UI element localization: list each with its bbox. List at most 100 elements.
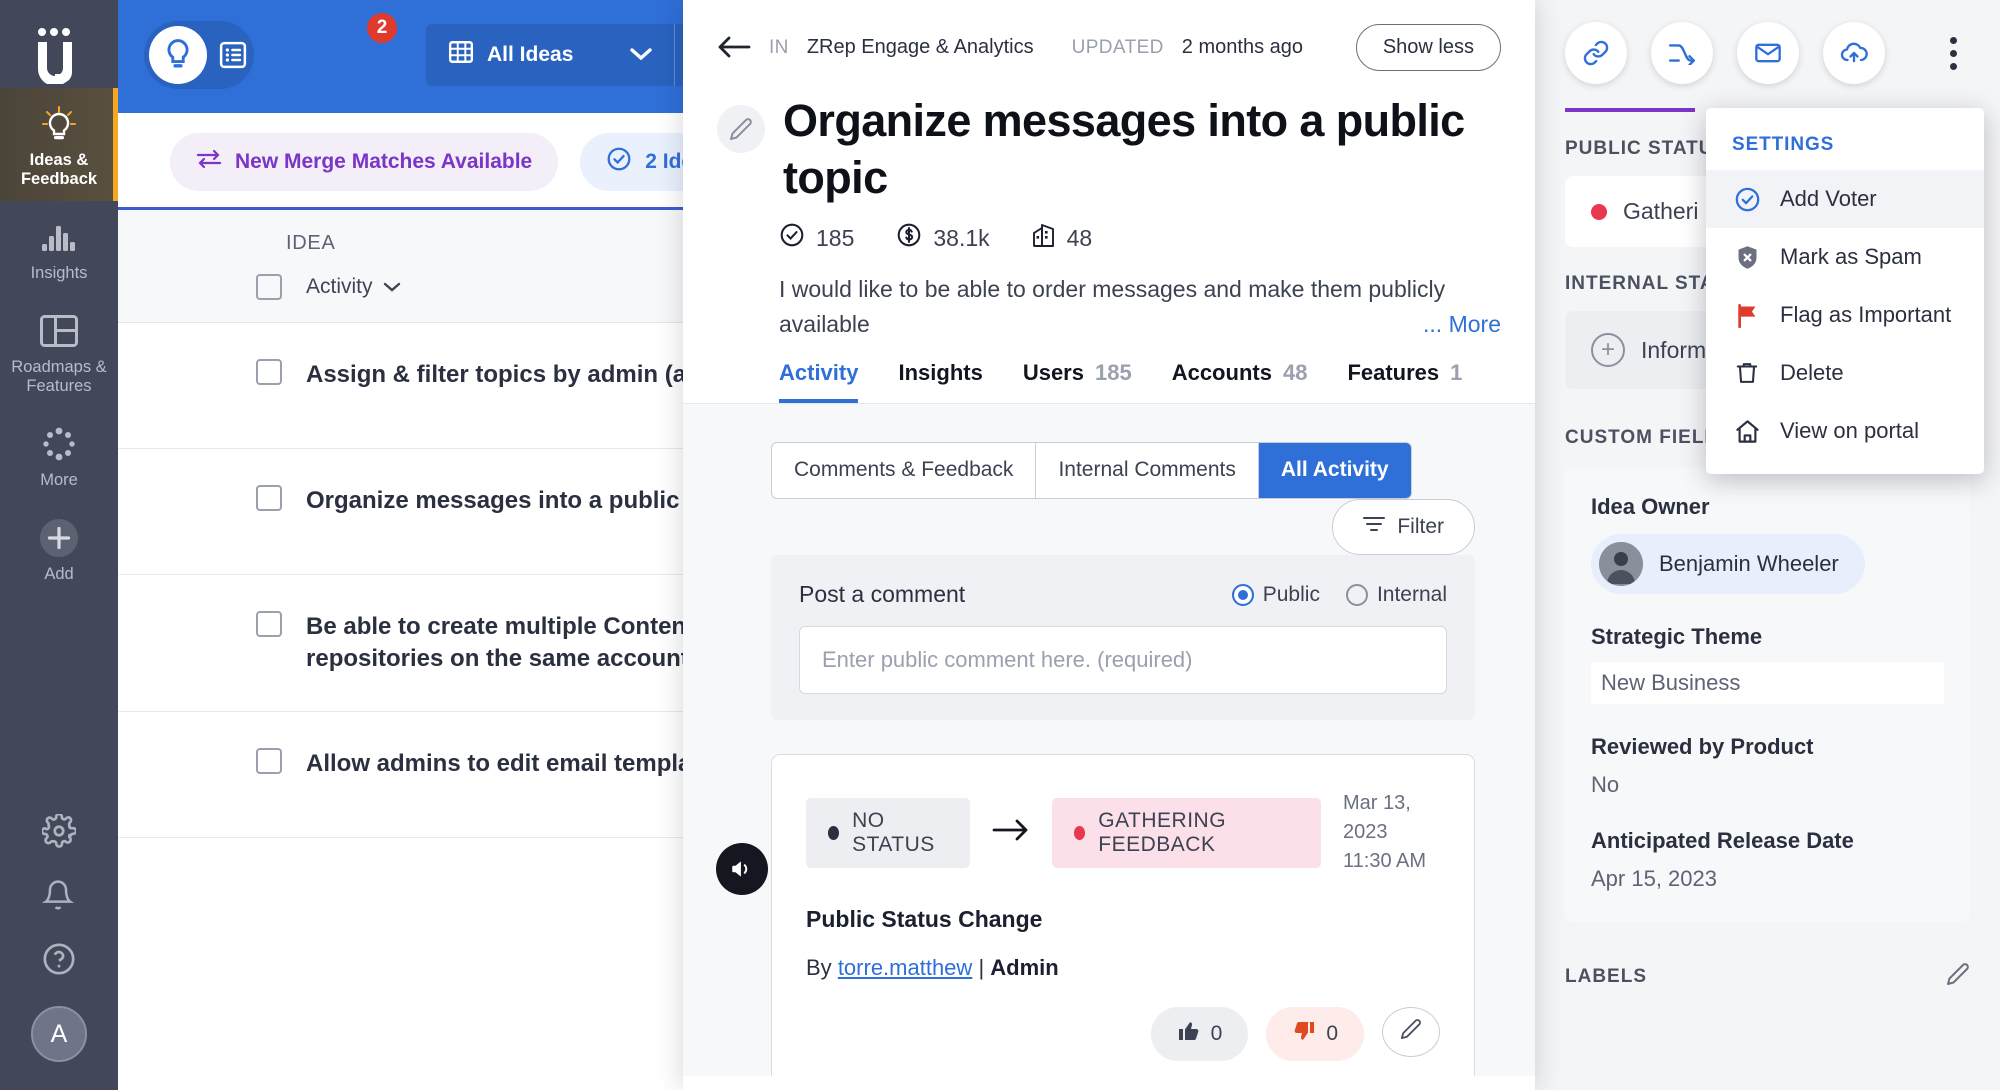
menu-item-mark-as-spam[interactable]: Mark as Spam [1706, 228, 1984, 286]
bell-icon[interactable] [41, 878, 76, 912]
filter-all-ideas-label: All Ideas [487, 43, 574, 66]
link-icon[interactable] [1565, 22, 1627, 84]
sidebar-item-roadmaps-features[interactable]: Roadmaps & Features [0, 295, 118, 408]
tab-count: 48 [1282, 360, 1308, 386]
sidebar-item-label: Add [44, 564, 74, 583]
tab-count: 1 [1450, 360, 1463, 386]
side-panel-actions [1535, 0, 2000, 84]
settings-dropdown-menu: SETTINGS Add Voter Mark as Spam Flag as … [1706, 108, 1984, 474]
status-from-label: NO STATUS [852, 808, 935, 856]
show-less-button[interactable]: Show less [1355, 24, 1501, 71]
pencil-icon[interactable] [717, 105, 765, 153]
post-comment-header: Post a comment Public Internal [799, 581, 1447, 608]
notification-badge: 2 [364, 10, 400, 46]
event-reactions: 0 0 [806, 1007, 1440, 1062]
gear-icon[interactable] [40, 812, 78, 848]
menu-item-view-on-portal[interactable]: View on portal [1706, 402, 1984, 460]
check-circle-icon [779, 222, 805, 254]
sidebar-item-label: Insights [30, 263, 88, 282]
reaction-thumbs-down[interactable]: 0 [1266, 1007, 1364, 1062]
user-avatar[interactable]: A [31, 1006, 87, 1062]
back-arrow-icon[interactable] [717, 31, 751, 65]
menu-item-label: Add Voter [1780, 186, 1877, 211]
owner-name: Benjamin Wheeler [1659, 551, 1839, 576]
row-checkbox[interactable] [256, 611, 282, 637]
tab-label: Insights [898, 360, 983, 386]
chevron-down-icon [383, 275, 401, 299]
activity-filter-segmented-control: Comments & Feedback Internal Comments Al… [771, 442, 1412, 500]
by-separator: | [978, 955, 985, 981]
event-author-link[interactable]: torre.matthew [838, 955, 973, 980]
select-all-checkbox[interactable] [256, 273, 282, 300]
tab-label: Activity [779, 360, 859, 386]
comment-visibility-radios: Public Internal [1231, 583, 1447, 607]
cloud-upload-icon[interactable] [1823, 22, 1885, 84]
detail-header: IN ZRep Engage & Analytics UPDATED 2 mon… [683, 0, 1535, 71]
field-value-anticipated-release-date[interactable]: Apr 15, 2023 [1591, 866, 1944, 892]
filter-all-ideas-button[interactable]: All Ideas [426, 24, 676, 86]
segment-comments-feedback[interactable]: Comments & Feedback [772, 443, 1037, 499]
radio-public[interactable]: Public [1231, 583, 1320, 607]
detail-tabs: Activity Insights Users 185 Accounts 48 … [683, 342, 1535, 405]
menu-item-label: View on portal [1780, 418, 1920, 443]
sort-by-activity-button[interactable]: Activity [306, 275, 401, 299]
stat-value: 38.1k [933, 224, 990, 251]
tab-label: Accounts [1171, 360, 1272, 386]
comment-input[interactable]: Enter public comment here. (required) [799, 626, 1447, 695]
segment-internal-comments[interactable]: Internal Comments [1036, 443, 1259, 499]
arrow-right-icon [992, 819, 1030, 846]
tab-activity[interactable]: Activity [779, 360, 859, 404]
list-icon [219, 41, 247, 69]
grid-icon [448, 39, 474, 71]
filter-icon [1363, 515, 1386, 539]
dollar-circle-icon [896, 222, 922, 254]
tab-features[interactable]: Features 1 [1347, 360, 1462, 403]
field-value-strategic-theme[interactable]: New Business [1591, 662, 1944, 704]
in-value[interactable]: ZRep Engage & Analytics [807, 36, 1034, 59]
tab-accounts[interactable]: Accounts 48 [1172, 360, 1308, 403]
thumbs-down-icon [1292, 1019, 1316, 1049]
radio-public-dot [1231, 583, 1254, 606]
sidebar-item-ideas-feedback[interactable]: Ideas & Feedback [0, 88, 118, 201]
row-checkbox[interactable] [256, 747, 282, 774]
reaction-count: 0 [1210, 1022, 1223, 1046]
help-icon[interactable] [42, 942, 76, 976]
merge-arrow-icon[interactable] [1651, 22, 1713, 84]
row-checkbox[interactable] [256, 485, 282, 511]
sidebar-item-label: Roadmaps & Features [11, 357, 107, 395]
sidebar-item-more[interactable]: More [0, 408, 118, 502]
field-value-idea-owner[interactable]: Benjamin Wheeler [1591, 534, 1865, 594]
toggle-ideas-view-button[interactable] [149, 26, 207, 84]
segment-all-activity[interactable]: All Activity [1258, 443, 1411, 499]
chip-new-merge-matches[interactable]: New Merge Matches Available [170, 133, 559, 191]
sidebar-item-insights[interactable]: Insights [0, 201, 118, 295]
menu-item-label: Delete [1780, 360, 1844, 385]
filter-label: Filter [1397, 515, 1444, 539]
radio-internal[interactable]: Internal [1345, 583, 1447, 607]
menu-item-delete[interactable]: Delete [1706, 344, 1984, 402]
post-comment-title: Post a comment [799, 581, 966, 608]
app-logo-icon[interactable] [29, 22, 89, 88]
filter-button[interactable]: Filter [1332, 499, 1475, 556]
toggle-list-view-button[interactable] [213, 35, 253, 75]
mail-icon[interactable] [1737, 22, 1799, 84]
menu-item-flag-as-important[interactable]: Flag as Important [1706, 286, 1984, 344]
field-label-reviewed-by-product: Reviewed by Product [1591, 734, 1814, 759]
sidebar-item-add[interactable]: Add [0, 502, 118, 596]
by-prefix: By [806, 955, 832, 981]
reaction-edit-button[interactable] [1382, 1007, 1440, 1058]
roadmap-grid-icon [39, 311, 79, 351]
tab-insights[interactable]: Insights [898, 360, 982, 403]
menu-item-add-voter[interactable]: Add Voter [1706, 170, 1984, 228]
pencil-icon [1400, 1018, 1422, 1046]
tab-users[interactable]: Users 185 [1023, 360, 1132, 403]
more-link[interactable]: ... More [1423, 307, 1501, 342]
row-checkbox[interactable] [256, 359, 282, 385]
field-value-reviewed-by-product[interactable]: No [1591, 772, 1944, 798]
activity-event-card: NO STATUS GATHERING FEEDBACK Mar 13, 202… [716, 754, 1475, 1077]
more-vertical-icon[interactable] [1936, 36, 1976, 70]
reaction-thumbs-up[interactable]: 0 [1150, 1007, 1249, 1062]
internal-status-text: Inform [1641, 336, 1707, 363]
left-nav-rail: Ideas & Feedback Insights Roadmaps & Fea… [0, 0, 118, 1090]
pencil-icon[interactable] [1946, 962, 1970, 991]
